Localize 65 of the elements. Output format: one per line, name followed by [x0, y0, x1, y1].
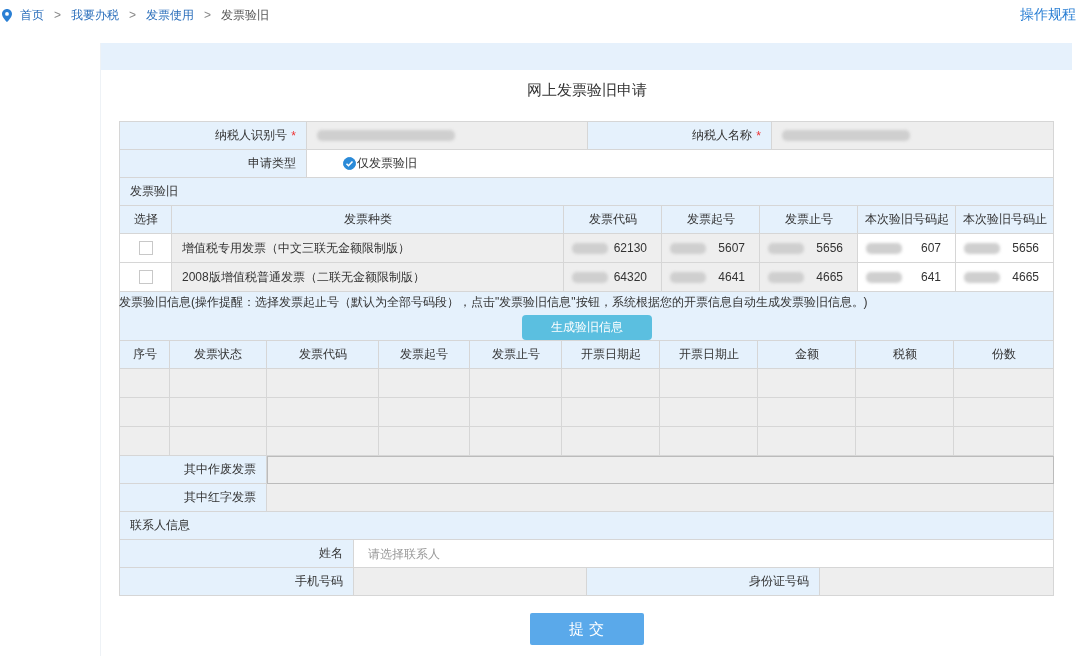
redacted-value: [768, 271, 804, 283]
field-label: 姓名: [120, 540, 354, 568]
column-header: 税额: [856, 341, 954, 369]
field-label: 纳税人识别号 *: [120, 122, 307, 150]
location-pin-icon: [2, 8, 12, 22]
redacted-value: [572, 271, 608, 283]
column-header: 发票止号: [470, 341, 562, 369]
cell-text: 62130: [613, 241, 647, 255]
required-mark: *: [756, 128, 761, 143]
column-header: 本次验旧号码止: [956, 206, 1054, 234]
redacted-value: [768, 242, 804, 254]
breadcrumb-link[interactable]: 我要办税: [71, 6, 119, 24]
redacted-value: [572, 242, 608, 254]
field-label: 其中红字发票: [120, 484, 267, 512]
field-label: 纳税人名称 *: [588, 122, 772, 150]
breadcrumb-separator: >: [129, 8, 137, 22]
breadcrumb-link[interactable]: 首页: [20, 6, 44, 24]
redacted-value: [670, 271, 706, 283]
column-header: 本次验旧号码起: [858, 206, 956, 234]
input-field[interactable]: 4665: [956, 263, 1054, 292]
application-type-option[interactable]: 仅发票验旧: [343, 155, 417, 172]
breadcrumb-link[interactable]: 发票使用: [146, 6, 195, 24]
cell-text: 5656: [816, 241, 843, 255]
column-header: 金额: [758, 341, 856, 369]
row-checkbox[interactable]: [138, 241, 153, 255]
section-title: 发票验旧: [120, 178, 1054, 206]
required-mark: *: [291, 128, 296, 143]
help-link[interactable]: 操作规程: [1020, 6, 1076, 24]
field-label: 身份证号码: [587, 568, 820, 596]
redacted-value: [670, 242, 706, 254]
input-field[interactable]: 5656: [956, 234, 1054, 263]
input-field[interactable]: 641: [858, 263, 956, 292]
cell-text: 4665: [816, 270, 843, 284]
redacted-value: [866, 242, 902, 254]
column-header: 份数: [954, 341, 1054, 369]
column-header: 开票日期起: [562, 341, 660, 369]
column-header: 发票状态: [170, 341, 267, 369]
column-header: 发票种类: [172, 206, 564, 234]
cell-text: 4641: [718, 270, 745, 284]
field-label: 手机号码: [120, 568, 354, 596]
column-header: 发票起号: [662, 206, 760, 234]
field-label: 申请类型: [120, 150, 307, 178]
column-header: 选择: [120, 206, 172, 234]
column-header: 发票起号: [379, 341, 470, 369]
cell-text: 64320: [613, 270, 647, 284]
table-cell: 2008版增值税普通发票（二联无金额限制版）: [172, 263, 564, 292]
cell-text: 5607: [718, 241, 745, 255]
field-label: 其中作废发票: [120, 456, 267, 484]
redacted-value: [964, 271, 1000, 283]
section-title: 联系人信息: [120, 512, 1054, 540]
table-cell: 增值税专用发票（中文三联无金额限制版）: [172, 234, 564, 263]
instruction-text: 发票验旧信息(操作提醒：选择发票起止号（默认为全部号码段），点击"发票验旧信息"按钮，系统根据您的开票信息自动生成发票验旧信息。): [119, 294, 868, 311]
redacted-value: [866, 271, 902, 283]
input-field[interactable]: 607: [858, 234, 956, 263]
form-title: 网上发票验旧申请: [525, 80, 648, 100]
column-header: 发票止号: [760, 206, 858, 234]
breadcrumb-separator: >: [54, 8, 61, 22]
breadcrumb-separator: >: [204, 8, 212, 22]
column-header: 发票代码: [564, 206, 662, 234]
column-header: 开票日期止: [660, 341, 758, 369]
breadcrumb-current: 发票验旧: [221, 6, 270, 24]
column-header: 序号: [120, 341, 170, 369]
redacted-value: [964, 242, 1000, 254]
column-header: 发票代码: [267, 341, 379, 369]
row-checkbox[interactable]: [138, 270, 153, 284]
